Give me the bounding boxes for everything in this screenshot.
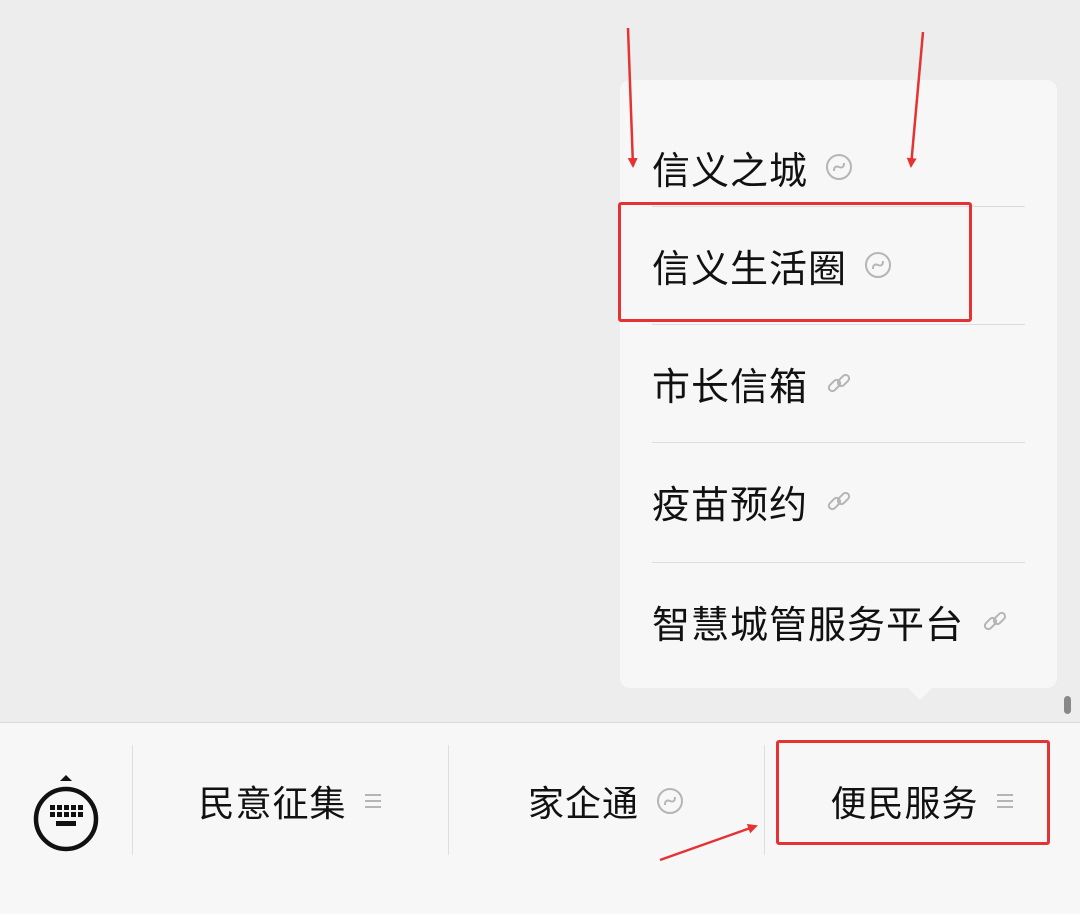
divider [652, 442, 1025, 443]
scroll-indicator [1064, 696, 1071, 714]
tab-public-opinion[interactable]: 民意征集 [133, 743, 448, 859]
menu-item-mayor-mailbox[interactable]: 市长信箱 [652, 324, 1025, 442]
menu-item-vaccine-booking[interactable]: 疫苗预约 [652, 442, 1025, 560]
tab-label: 家企通 [527, 784, 639, 825]
mini-program-icon [824, 152, 854, 182]
mini-program-icon [863, 250, 893, 280]
popup-caret [906, 686, 934, 700]
bottom-menu-bar: 民意征集 家企通 便民服务 [0, 722, 1080, 914]
link-icon [824, 368, 854, 398]
menu-item-label: 市长信箱 [652, 364, 809, 409]
menu-lines-icon [995, 790, 1015, 812]
menu-item-xinyi-life-circle[interactable]: 信义生活圈 [652, 206, 1025, 324]
tab-jiaqitong[interactable]: 家企通 [449, 743, 764, 859]
divider [652, 562, 1025, 563]
tab-label: 便民服务 [830, 784, 979, 825]
menu-lines-icon [363, 790, 383, 812]
menu-item-label: 疫苗预约 [652, 482, 809, 527]
divider [652, 206, 1025, 207]
menu-item-smart-city-platform[interactable]: 智慧城管服务平台 [652, 562, 1025, 680]
service-popup-menu: 信义之城 信义生活圈 市长信箱 疫苗预约 智慧城管服务平台 [620, 80, 1057, 688]
tab-convenience-services[interactable]: 便民服务 [765, 743, 1080, 859]
menu-item-label: 智慧城管服务平台 [652, 602, 965, 647]
keyboard-icon[interactable] [32, 763, 100, 859]
link-icon [824, 486, 854, 516]
tab-label: 民意征集 [198, 784, 347, 825]
mini-program-icon [655, 786, 685, 816]
menu-item-label: 信义生活圈 [652, 246, 848, 291]
divider [652, 324, 1025, 325]
link-icon [980, 606, 1010, 636]
menu-item-label: 信义之城 [652, 148, 809, 193]
